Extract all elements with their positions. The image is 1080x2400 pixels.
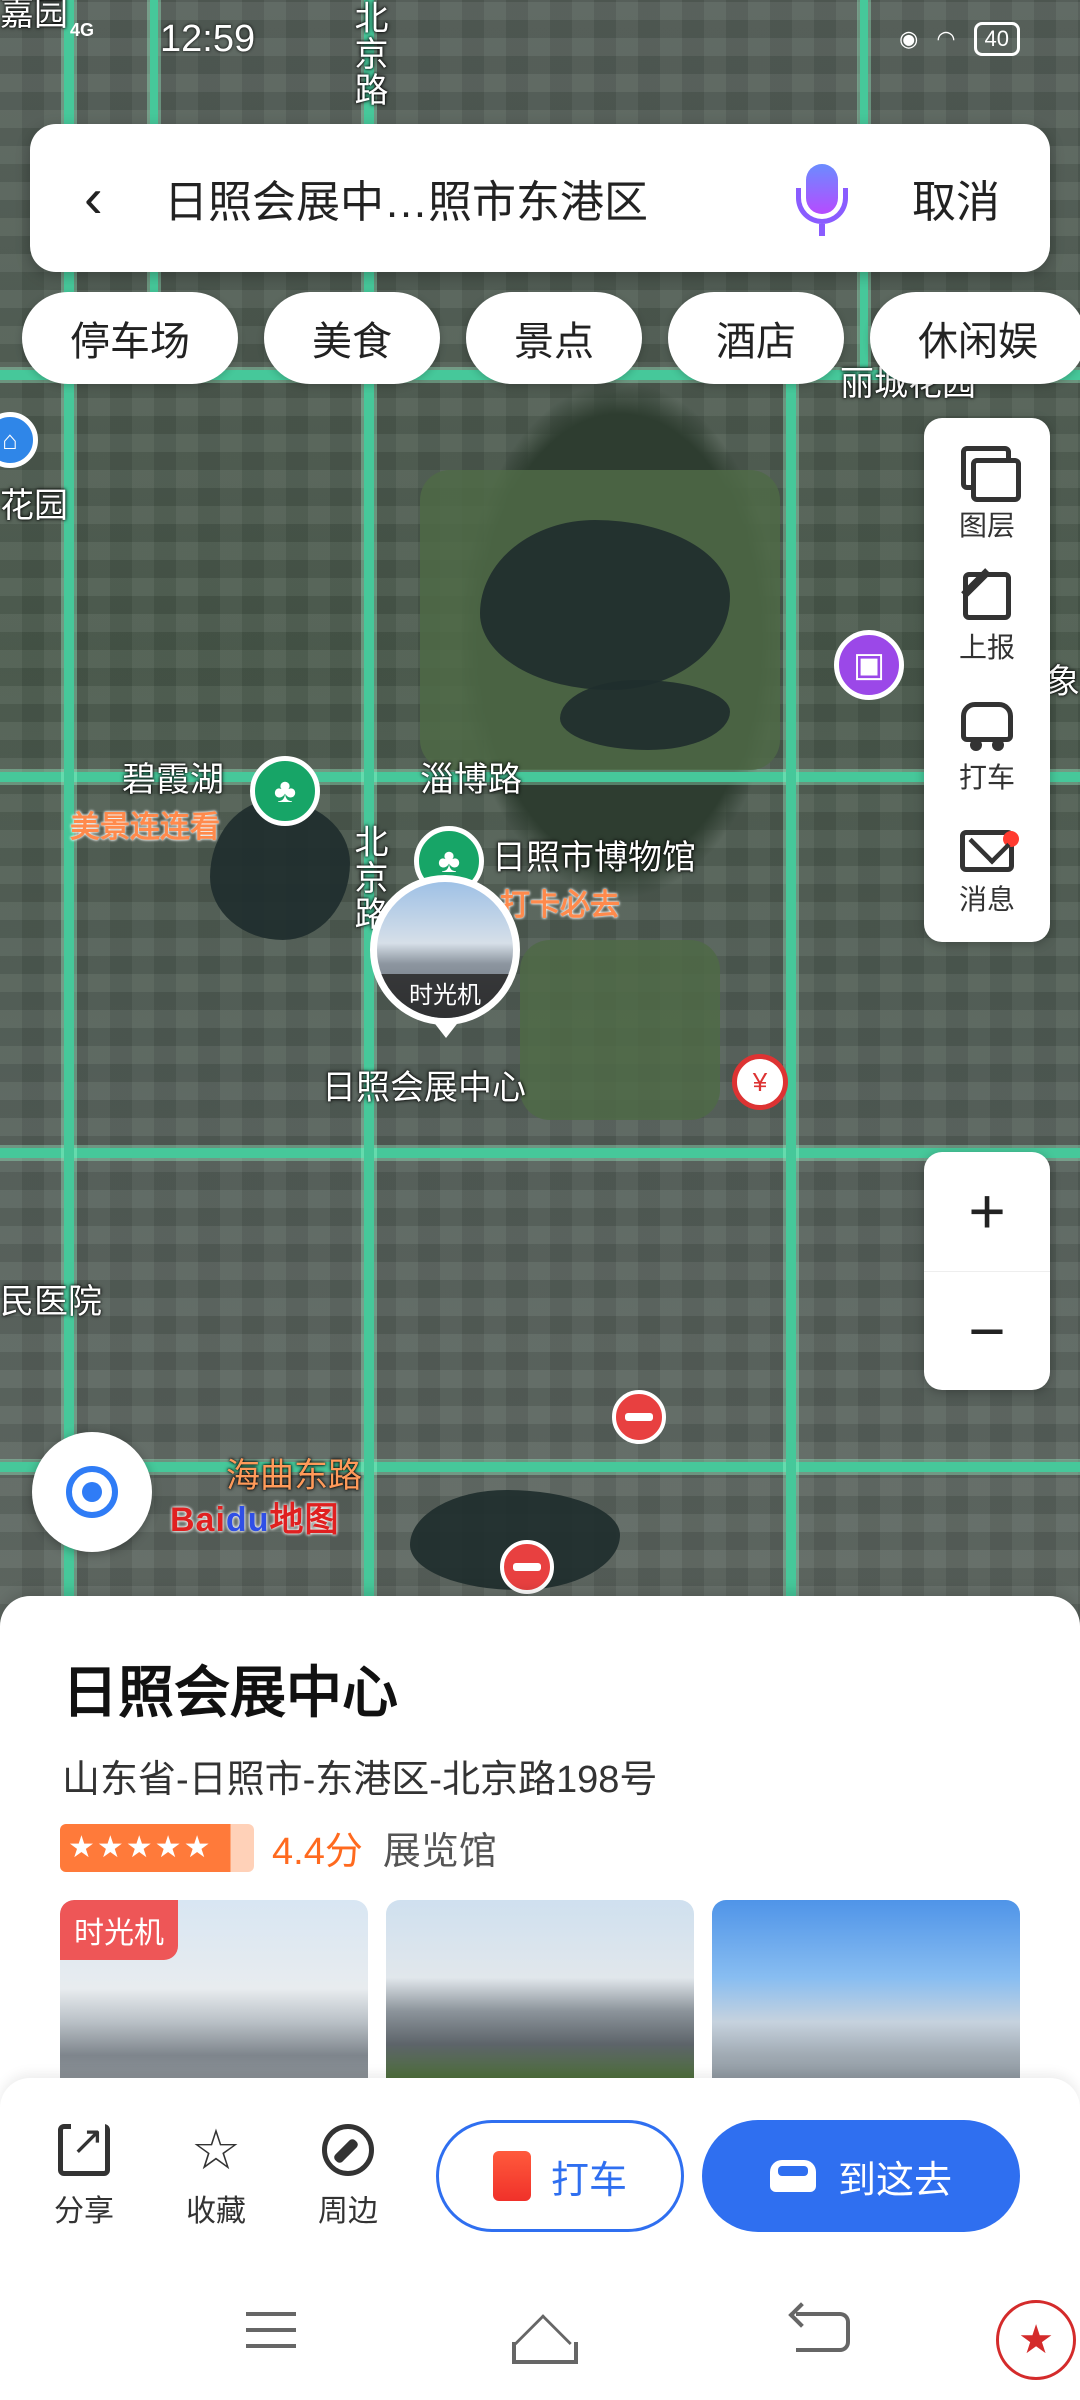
battery-icon: 40: [973, 22, 1020, 56]
road: [786, 360, 796, 1640]
cancel-button[interactable]: 取消: [912, 166, 1000, 230]
search-bar: ‹ 日照会展中…照市东港区 取消: [30, 124, 1050, 272]
rating-score: 4.4分: [272, 1831, 363, 1873]
shopping-poi-icon[interactable]: ▣: [834, 630, 904, 700]
photo-tag: 时光机: [60, 1900, 178, 1960]
park-area: [520, 940, 720, 1120]
message-icon: [959, 830, 1019, 872]
map-label-center: 日照会展中心: [322, 1069, 526, 1107]
place-address: 山东省-日照市-东港区-北京路198号: [62, 1759, 658, 1801]
share-icon: [58, 2121, 110, 2176]
zoom-control: + −: [924, 1152, 1050, 1390]
nearby-button[interactable]: 周边: [298, 2124, 398, 2230]
map-label-bixia-lake: 碧霞湖: [122, 761, 224, 799]
rating-stars: ★★★★★: [60, 1823, 254, 1872]
back-icon[interactable]: ‹: [84, 170, 148, 226]
chip-hotel[interactable]: 酒店: [668, 292, 844, 384]
microphone-icon[interactable]: [792, 158, 852, 238]
chip-scenic[interactable]: 景点: [466, 292, 642, 384]
back-nav-icon[interactable]: [796, 2312, 850, 2352]
school-poi-icon[interactable]: ⌂: [0, 412, 38, 468]
locate-icon: [66, 1466, 118, 1518]
logo-text: 地图: [269, 1501, 340, 1539]
report-icon: [962, 572, 1011, 620]
tool-layers[interactable]: 图层: [957, 442, 1021, 544]
tool-label: 消息: [958, 884, 1015, 915]
tool-report[interactable]: 上报: [959, 572, 1015, 666]
map-label-garden-left: 花园: [0, 487, 68, 525]
marker-tail: [432, 1020, 460, 1038]
map-label-right-partial: 象: [1046, 663, 1080, 701]
status-bar: 4G 12:59 ◉ ◠ 40: [0, 0, 1080, 86]
time-machine-marker[interactable]: 时光机: [370, 875, 520, 1025]
no-entry-icon: [500, 1540, 554, 1594]
tool-message[interactable]: 消息: [958, 824, 1019, 918]
favorite-button[interactable]: ☆ 收藏: [166, 2118, 266, 2230]
star-icon: ☆: [190, 2118, 242, 2181]
place-rating: ★★★★★ 4.4分 展览馆: [60, 1820, 497, 1875]
tool-label: 图层: [958, 510, 1015, 541]
favorite-label: 收藏: [186, 2195, 246, 2228]
no-entry-icon: [612, 1390, 666, 1444]
home-icon[interactable]: [506, 2312, 578, 2364]
unread-dot: [1002, 831, 1019, 847]
location-icon: ◉: [899, 26, 919, 51]
map-sublabel-bixia: 美景连连看: [70, 811, 220, 844]
bank-poi-icon[interactable]: ¥: [732, 1054, 788, 1110]
road: [0, 1148, 1080, 1158]
watermark-stamp-icon: ★: [996, 2300, 1076, 2380]
share-label: 分享: [54, 2195, 114, 2228]
tool-taxi[interactable]: 打车: [959, 694, 1015, 796]
layers-icon: [957, 442, 1021, 502]
taxi-button[interactable]: 打车: [436, 2120, 684, 2232]
locate-button[interactable]: [32, 1432, 152, 1552]
go-label: 到这去: [837, 2159, 952, 2202]
compass-icon: [322, 2124, 374, 2176]
time-machine-label: 时光机: [377, 974, 513, 1018]
category-chips: 停车场 美食 景点 酒店 休闲娱: [22, 292, 1080, 384]
search-input[interactable]: 日照会展中…照市东港区: [148, 166, 792, 230]
place-category: 展览馆: [382, 1831, 497, 1873]
baidu-map-logo: Baidu地图: [170, 1492, 339, 1541]
road-label-zibo: 淄博路: [420, 761, 522, 799]
share-button[interactable]: 分享: [34, 2121, 134, 2230]
menu-icon[interactable]: [246, 2312, 296, 2348]
go-here-button[interactable]: 到这去: [702, 2120, 1020, 2232]
logo-text: Bai: [170, 1501, 226, 1539]
car-icon: [769, 2160, 816, 2192]
zoom-in-button[interactable]: +: [924, 1152, 1050, 1271]
road-label-haiqu: 海曲东路: [226, 1457, 362, 1495]
map-label-hospital: 民医院: [0, 1283, 102, 1321]
logo-paw: du: [225, 1501, 270, 1539]
nearby-label: 周边: [318, 2195, 378, 2228]
road: [0, 1462, 1080, 1472]
chip-leisure[interactable]: 休闲娱: [870, 292, 1080, 384]
system-nav-bar: [0, 2268, 1080, 2400]
taxi-label: 打车: [550, 2159, 627, 2202]
clock: 12:59: [160, 18, 256, 60]
status-icons: ◉ ◠ 40: [899, 22, 1020, 56]
map-sublabel-museum: 打卡必去: [500, 889, 620, 922]
taxi-icon: [960, 702, 1013, 751]
map-label-museum: 日照市博物馆: [492, 839, 696, 877]
chip-food[interactable]: 美食: [264, 292, 440, 384]
coupon-icon: [492, 2151, 531, 2201]
park-poi-icon[interactable]: ♣: [250, 756, 320, 826]
network-indicator: 4G: [70, 20, 95, 40]
tool-label: 打车: [958, 762, 1015, 793]
chip-parking[interactable]: 停车场: [22, 292, 238, 384]
wifi-icon: ◠: [936, 26, 956, 51]
map-tools-panel: 图层 上报 打车 消息: [924, 418, 1050, 942]
action-bar: 分享 ☆ 收藏 周边 打车 到这去: [0, 2078, 1080, 2268]
tool-label: 上报: [958, 632, 1015, 663]
place-title: 日照会展中心: [62, 1661, 398, 1724]
zoom-out-button[interactable]: −: [924, 1270, 1050, 1391]
